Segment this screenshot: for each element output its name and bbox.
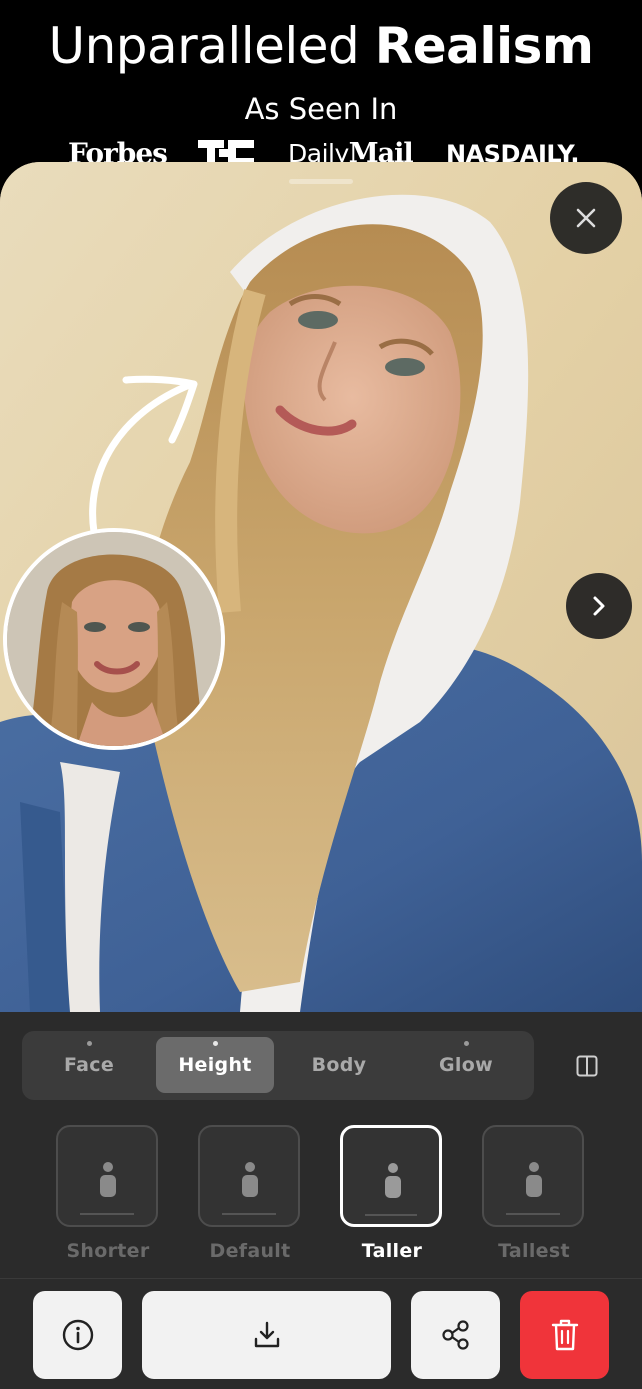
close-icon xyxy=(576,208,596,228)
trash-icon xyxy=(551,1319,578,1351)
next-photo-button[interactable] xyxy=(566,573,632,639)
person-icon xyxy=(100,1162,116,1197)
option-label: Default xyxy=(209,1240,291,1262)
tab-indicator-dot xyxy=(212,1041,218,1046)
height-option-shorter[interactable]: Shorter xyxy=(56,1125,160,1262)
download-icon xyxy=(254,1321,279,1348)
tab-face[interactable]: Face xyxy=(28,1037,150,1093)
height-option-taller[interactable]: Taller xyxy=(340,1125,444,1262)
delete-button[interactable] xyxy=(520,1291,609,1379)
tab-indicator-dot xyxy=(86,1041,92,1046)
option-card xyxy=(198,1125,300,1227)
tab-label: Face xyxy=(63,1054,115,1076)
original-photo-thumbnail xyxy=(3,528,225,750)
tab-height[interactable]: Height xyxy=(156,1037,274,1093)
close-button[interactable] xyxy=(550,182,622,254)
promo-header: Unparalleled Realism As Seen In Forbes D… xyxy=(0,0,642,175)
person-icon xyxy=(526,1162,542,1197)
info-button[interactable] xyxy=(33,1291,122,1379)
tab-label: Body xyxy=(311,1054,367,1076)
info-icon xyxy=(62,1319,93,1351)
ground-line xyxy=(506,1213,560,1215)
as-seen-in-label: As Seen In xyxy=(244,92,398,126)
category-tabs: Face Height Body Glow xyxy=(22,1031,534,1100)
option-card xyxy=(340,1125,442,1227)
option-card xyxy=(482,1125,584,1227)
ground-line xyxy=(80,1213,134,1215)
download-button[interactable] xyxy=(142,1291,391,1379)
option-label: Tallest xyxy=(498,1240,570,1262)
ground-line xyxy=(365,1214,417,1216)
bottom-toolbar xyxy=(0,1278,642,1389)
enhancement-panel: Face Height Body Glow Shorter Default Ta… xyxy=(0,1012,642,1278)
headline: Unparalleled Realism xyxy=(0,16,642,76)
tab-glow[interactable]: Glow xyxy=(404,1037,528,1093)
ground-line xyxy=(222,1213,276,1215)
result-photo xyxy=(0,162,642,1012)
original-portrait-image xyxy=(7,532,221,746)
tab-body[interactable]: Body xyxy=(278,1037,400,1093)
share-icon xyxy=(441,1320,469,1350)
option-label: Taller xyxy=(361,1240,423,1262)
height-option-default[interactable]: Default xyxy=(198,1125,302,1262)
split-view-icon xyxy=(576,1055,598,1077)
drag-handle[interactable] xyxy=(289,179,353,184)
tab-label: Glow xyxy=(439,1054,493,1076)
person-icon xyxy=(242,1162,258,1197)
headline-bold: Realism xyxy=(374,17,594,75)
before-after-arrow-icon xyxy=(89,375,198,536)
tab-indicator-dot xyxy=(463,1041,469,1046)
chevron-right-icon xyxy=(593,596,605,616)
height-option-tallest[interactable]: Tallest xyxy=(482,1125,586,1262)
headline-light: Unparalleled xyxy=(48,17,360,75)
compare-button[interactable] xyxy=(568,1048,606,1084)
person-icon xyxy=(385,1163,401,1198)
tab-label: Height xyxy=(178,1054,252,1076)
share-button[interactable] xyxy=(411,1291,500,1379)
option-label: Shorter xyxy=(66,1240,150,1262)
option-card xyxy=(56,1125,158,1227)
